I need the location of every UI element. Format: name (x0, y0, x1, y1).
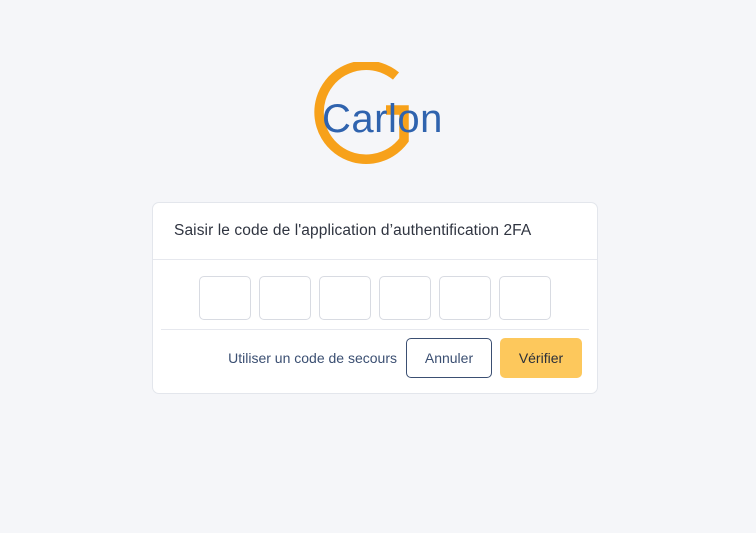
code-digit-1[interactable] (199, 276, 251, 320)
code-digit-3[interactable] (319, 276, 371, 320)
cancel-button[interactable]: Annuler (406, 338, 492, 378)
card-header: Saisir le code de l'application d’authen… (153, 203, 597, 260)
card-title: Saisir le code de l'application d’authen… (174, 222, 532, 239)
carlon-logo: Carlon (300, 60, 456, 174)
verify-button[interactable]: Vérifier (500, 338, 582, 378)
code-digit-2[interactable] (259, 276, 311, 320)
code-digit-6[interactable] (499, 276, 551, 320)
code-digit-5[interactable] (439, 276, 491, 320)
login-2fa-page: Carlon Saisir le code de l'application d… (0, 0, 756, 533)
twofa-card: Saisir le code de l'application d’authen… (152, 202, 598, 394)
actions-divider (161, 329, 589, 330)
card-actions: Utiliser un code de secours Annuler Véri… (228, 338, 582, 378)
code-digit-4[interactable] (379, 276, 431, 320)
code-input-group (199, 276, 551, 320)
logo-wordmark: Carlon (322, 97, 443, 141)
backup-code-link[interactable]: Utiliser un code de secours (228, 350, 397, 366)
